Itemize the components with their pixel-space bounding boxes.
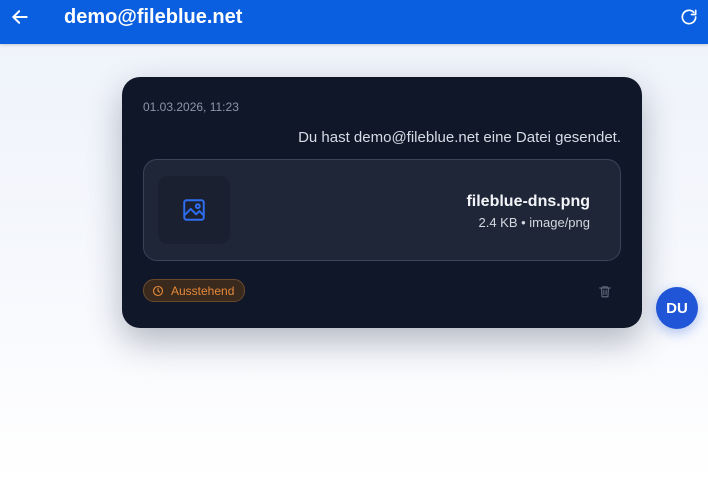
status-badge: Ausstehend <box>143 279 246 302</box>
chat-title: demo@fileblue.net <box>64 6 243 28</box>
file-attachment[interactable]: fileblue-dns.png 2.4 KB • image/png <box>143 159 621 261</box>
image-icon <box>183 199 205 221</box>
file-thumbnail <box>158 176 230 244</box>
status-label: Ausstehend <box>171 283 235 298</box>
delete-button[interactable] <box>597 283 613 299</box>
file-meta: 2.4 KB • image/png <box>478 215 590 230</box>
back-button[interactable] <box>8 5 32 29</box>
arrow-left-icon <box>12 10 28 24</box>
message-timestamp: 01.03.2026, 11:23 <box>143 100 239 114</box>
clock-icon <box>152 285 164 297</box>
refresh-icon <box>681 9 697 25</box>
app-header: demo@fileblue.net <box>0 0 708 44</box>
refresh-button[interactable] <box>678 6 700 28</box>
file-name: fileblue-dns.png <box>466 193 590 210</box>
message-card: 01.03.2026, 11:23 Du hast demo@fileblue.… <box>122 77 642 328</box>
message-text: Du hast demo@fileblue.net eine Datei ges… <box>298 129 621 146</box>
trash-icon <box>599 285 611 297</box>
avatar: DU <box>656 287 698 329</box>
